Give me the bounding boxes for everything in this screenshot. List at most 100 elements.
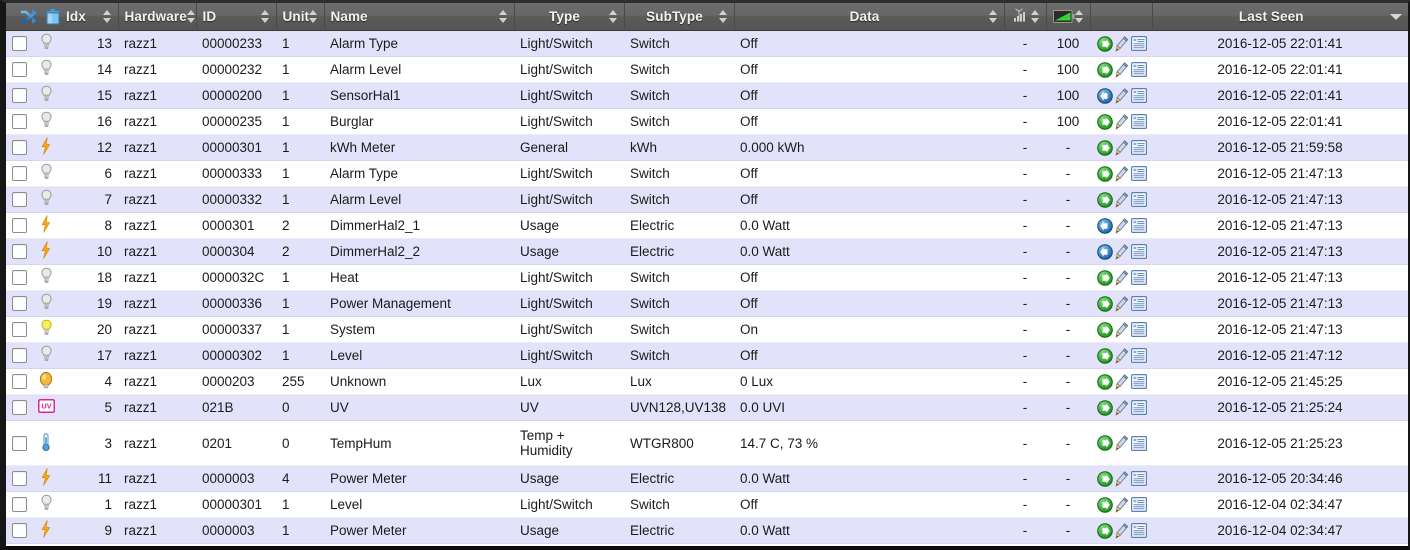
log-icon[interactable]	[1131, 322, 1147, 337]
header-col-idx[interactable]: Idx	[60, 3, 119, 31]
switch-toggle-icon[interactable]	[1097, 295, 1113, 312]
row-checkbox[interactable]	[12, 88, 27, 104]
table-row[interactable]: 16 razz1 00000235 1 Burglar Light/Switch Switc…	[6, 108, 1408, 135]
header-col-battery[interactable]	[1046, 3, 1091, 31]
edit-icon[interactable]	[1115, 399, 1129, 416]
sort-desc-icon-lastseen[interactable]	[1390, 13, 1402, 20]
edit-icon[interactable]	[1115, 269, 1129, 286]
row-checkbox[interactable]	[12, 497, 27, 513]
row-checkbox[interactable]	[12, 435, 27, 451]
table-row[interactable]: 19 razz1 00000336 1 Power Management Light/Sw…	[6, 290, 1408, 317]
switch-toggle-icon[interactable]	[1097, 87, 1113, 104]
log-icon[interactable]	[1131, 36, 1147, 51]
log-icon[interactable]	[1131, 166, 1147, 181]
sort-icon-subtype[interactable]	[718, 9, 728, 24]
switch-toggle-icon[interactable]	[1097, 470, 1113, 487]
edit-icon[interactable]	[1115, 217, 1129, 234]
row-select-cell[interactable]	[6, 491, 32, 518]
edit-icon[interactable]	[1115, 191, 1129, 208]
row-select-cell[interactable]	[6, 212, 32, 239]
switch-toggle-icon[interactable]	[1097, 269, 1113, 286]
edit-icon[interactable]	[1115, 35, 1129, 52]
row-select-cell[interactable]	[6, 160, 32, 187]
table-row[interactable]: 15 razz1 00000200 1 SensorHal1 Light/Switch Sw…	[6, 82, 1408, 109]
sort-icon-hardware[interactable]	[186, 9, 196, 24]
switch-toggle-icon[interactable]	[1097, 113, 1113, 130]
edit-icon[interactable]	[1115, 139, 1129, 156]
row-select-cell[interactable]	[6, 264, 32, 291]
switch-toggle-icon[interactable]	[1097, 347, 1113, 364]
table-row[interactable]: 10 razz1 0000304 2 DimmerHal2_2 Usage Electric…	[6, 238, 1408, 265]
sort-icon-id[interactable]	[260, 9, 270, 24]
row-checkbox[interactable]	[12, 218, 27, 234]
switch-toggle-icon[interactable]	[1097, 522, 1113, 539]
switch-toggle-icon[interactable]	[1097, 139, 1113, 156]
table-row[interactable]: 20 razz1 00000337 1 System Light/Switch Switch…	[6, 316, 1408, 343]
switch-toggle-icon[interactable]	[1097, 435, 1113, 451]
log-icon[interactable]	[1131, 192, 1147, 207]
log-icon[interactable]	[1131, 523, 1147, 538]
row-select-cell[interactable]	[6, 134, 32, 161]
edit-icon[interactable]	[1115, 496, 1129, 513]
sort-icon-signal[interactable]	[1030, 9, 1040, 24]
header-col-hardware[interactable]: Hardware	[118, 3, 197, 31]
row-checkbox[interactable]	[12, 322, 27, 338]
row-checkbox[interactable]	[12, 523, 27, 539]
table-row[interactable]: 7 razz1 00000332 1 Alarm Level Light/Switch Sw…	[6, 186, 1408, 213]
log-icon[interactable]	[1131, 348, 1147, 363]
log-icon[interactable]	[1131, 296, 1147, 311]
log-icon[interactable]	[1131, 140, 1147, 155]
row-checkbox[interactable]	[12, 140, 27, 156]
log-icon[interactable]	[1131, 400, 1147, 415]
log-icon[interactable]	[1131, 435, 1147, 451]
table-row[interactable]: 12 razz1 00000301 1 kWh Meter General kWh 0.000…	[6, 134, 1408, 161]
row-select-cell[interactable]	[6, 394, 32, 421]
switch-toggle-icon[interactable]	[1097, 399, 1113, 416]
edit-icon[interactable]	[1115, 61, 1129, 78]
header-col-id[interactable]: ID	[196, 3, 277, 31]
edit-icon[interactable]	[1115, 243, 1129, 260]
log-icon[interactable]	[1131, 114, 1147, 129]
table-row[interactable]: 3 razz1 0201 0 TempHum Temp + Humidity WTGR800…	[6, 420, 1408, 466]
table-row[interactable]: 1 razz1 00000301 1 Level Light/Switch Switch Of…	[6, 491, 1408, 518]
sort-icon-unit[interactable]	[309, 9, 318, 24]
log-icon[interactable]	[1131, 218, 1147, 233]
sort-icon-name[interactable]	[498, 9, 508, 24]
trash-icon[interactable]	[46, 8, 60, 25]
table-row[interactable]: 4 razz1 0000203 255 Unknown Lux Lux 0 Lux - -2016…	[6, 368, 1408, 395]
row-select-cell[interactable]	[6, 238, 32, 265]
row-select-cell[interactable]	[6, 56, 32, 83]
row-checkbox[interactable]	[12, 374, 27, 390]
table-row[interactable]: 13 razz1 00000233 1 Alarm Type Light/Switch Sw…	[6, 30, 1408, 57]
header-col-unit[interactable]: Unit	[276, 3, 325, 31]
row-checkbox[interactable]	[12, 62, 27, 78]
row-checkbox[interactable]	[12, 270, 27, 286]
row-checkbox[interactable]	[12, 114, 27, 130]
edit-icon[interactable]	[1115, 522, 1129, 539]
log-icon[interactable]	[1131, 88, 1147, 103]
row-checkbox[interactable]	[12, 192, 27, 208]
switch-toggle-icon[interactable]	[1097, 373, 1113, 390]
row-checkbox[interactable]	[12, 296, 27, 312]
table-row[interactable]: UV 5 razz1 021B 0 UV UV UVN128,UV138 0.0 UVI - -20…	[6, 394, 1408, 421]
sort-icon-type[interactable]	[608, 9, 618, 24]
row-select-cell[interactable]	[6, 186, 32, 213]
edit-icon[interactable]	[1115, 113, 1129, 130]
row-select-cell[interactable]	[6, 108, 32, 135]
row-select-cell[interactable]	[6, 420, 32, 466]
edit-icon[interactable]	[1115, 347, 1129, 364]
switch-toggle-icon[interactable]	[1097, 35, 1113, 52]
log-icon[interactable]	[1131, 374, 1147, 389]
switch-toggle-icon[interactable]	[1097, 217, 1113, 234]
row-select-cell[interactable]	[6, 465, 32, 492]
row-select-cell[interactable]	[6, 30, 32, 57]
switch-toggle-icon[interactable]	[1097, 165, 1113, 182]
edit-icon[interactable]	[1115, 165, 1129, 182]
header-col-signal[interactable]	[1004, 3, 1047, 31]
table-row[interactable]: 2razz102011TemperatureTempLaCrosse TX314…	[6, 543, 1408, 546]
edit-icon[interactable]	[1115, 321, 1129, 338]
switch-toggle-icon[interactable]	[1097, 191, 1113, 208]
log-icon[interactable]	[1131, 62, 1147, 77]
log-icon[interactable]	[1131, 471, 1147, 486]
row-checkbox[interactable]	[12, 400, 27, 416]
